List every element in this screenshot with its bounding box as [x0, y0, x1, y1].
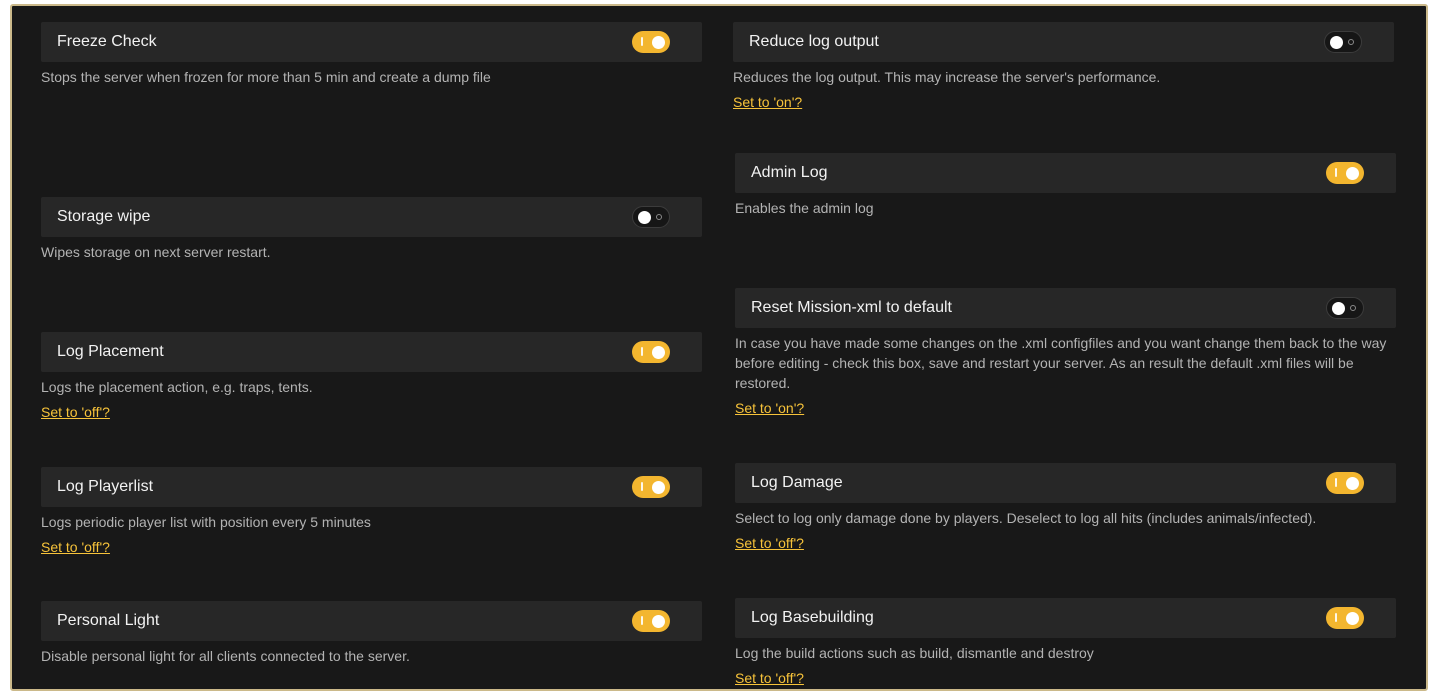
setting-title: Log Basebuilding	[751, 609, 874, 626]
on-mark-icon	[1335, 478, 1337, 487]
setting-log-basebuilding: Log Basebuilding Log the build actions s…	[735, 598, 1396, 688]
off-mark-icon	[1348, 38, 1354, 45]
log-placement-toggle[interactable]	[632, 341, 670, 363]
setting-header: Reset Mission-xml to default	[735, 288, 1396, 328]
on-mark-icon	[641, 482, 643, 491]
setting-freeze-check: Freeze Check Stops the server when froze…	[41, 22, 702, 87]
setting-description: In case you have made some changes on th…	[735, 335, 1387, 391]
toggle-knob	[652, 614, 665, 628]
setting-title: Personal Light	[57, 612, 160, 629]
setting-header: Log Playerlist	[41, 467, 702, 507]
on-mark-icon	[1335, 168, 1337, 177]
setting-header: Reduce log output	[733, 22, 1394, 62]
set-off-link[interactable]: Set to 'off'?	[41, 539, 110, 555]
setting-description: Logs periodic player list with position …	[41, 514, 371, 530]
setting-header: Personal Light	[41, 601, 702, 641]
log-basebuilding-toggle[interactable]	[1326, 607, 1364, 629]
setting-header: Admin Log	[735, 153, 1396, 193]
setting-title: Admin Log	[751, 164, 828, 181]
on-mark-icon	[641, 37, 643, 46]
setting-description: Disable personal light for all clients c…	[41, 648, 410, 664]
setting-description: Logs the placement action, e.g. traps, t…	[41, 379, 313, 395]
freeze-check-toggle[interactable]	[632, 31, 670, 53]
setting-title: Log Placement	[57, 343, 164, 360]
setting-header: Freeze Check	[41, 22, 702, 62]
admin-log-toggle[interactable]	[1326, 162, 1364, 184]
toggle-knob	[1346, 166, 1359, 180]
setting-title: Storage wipe	[57, 208, 151, 225]
setting-description: Log the build actions such as build, dis…	[735, 645, 1094, 661]
set-on-link[interactable]: Set to 'on'?	[733, 94, 802, 110]
setting-header: Storage wipe	[41, 197, 702, 237]
off-mark-icon	[1350, 304, 1356, 311]
reset-mission-xml-toggle[interactable]	[1326, 297, 1364, 319]
toggle-knob	[652, 480, 665, 494]
setting-admin-log: Admin Log Enables the admin log	[735, 153, 1396, 218]
setting-log-damage: Log Damage Select to log only damage don…	[735, 463, 1396, 553]
toggle-knob	[1330, 35, 1343, 49]
setting-header: Log Basebuilding	[735, 598, 1396, 638]
setting-title: Reset Mission-xml to default	[751, 299, 952, 316]
setting-header: Log Placement	[41, 332, 702, 372]
settings-panel: Freeze Check Stops the server when froze…	[10, 4, 1428, 691]
set-off-link[interactable]: Set to 'off'?	[41, 404, 110, 420]
setting-description: Stops the server when frozen for more th…	[41, 69, 491, 85]
setting-description: Select to log only damage done by player…	[735, 510, 1317, 526]
set-off-link[interactable]: Set to 'off'?	[735, 670, 804, 686]
setting-reduce-log-output: Reduce log output Reduces the log output…	[733, 22, 1394, 112]
reduce-log-output-toggle[interactable]	[1324, 31, 1362, 53]
setting-log-playerlist: Log Playerlist Logs periodic player list…	[41, 467, 702, 557]
setting-log-placement: Log Placement Logs the placement action,…	[41, 332, 702, 422]
setting-reset-mission-xml: Reset Mission-xml to default In case you…	[735, 288, 1396, 418]
setting-title: Freeze Check	[57, 33, 157, 50]
setting-personal-light: Personal Light Disable personal light fo…	[41, 601, 702, 666]
on-mark-icon	[641, 347, 643, 356]
on-mark-icon	[641, 616, 643, 625]
toggle-knob	[652, 345, 665, 359]
setting-description: Reduces the log output. This may increas…	[733, 69, 1161, 85]
off-mark-icon	[656, 213, 662, 220]
setting-description: Wipes storage on next server restart.	[41, 244, 271, 260]
set-off-link[interactable]: Set to 'off'?	[735, 535, 804, 551]
setting-title: Log Playerlist	[57, 478, 154, 495]
storage-wipe-toggle[interactable]	[632, 206, 670, 228]
setting-storage-wipe: Storage wipe Wipes storage on next serve…	[41, 197, 702, 262]
setting-title: Reduce log output	[749, 33, 879, 50]
toggle-knob	[638, 210, 651, 224]
set-on-link[interactable]: Set to 'on'?	[735, 400, 804, 416]
toggle-knob	[1346, 476, 1359, 490]
toggle-knob	[652, 35, 665, 49]
personal-light-toggle[interactable]	[632, 610, 670, 632]
on-mark-icon	[1335, 613, 1337, 622]
setting-description: Enables the admin log	[735, 200, 874, 216]
toggle-knob	[1346, 611, 1359, 625]
toggle-knob	[1332, 301, 1345, 315]
setting-title: Log Damage	[751, 474, 843, 491]
log-playerlist-toggle[interactable]	[632, 476, 670, 498]
log-damage-toggle[interactable]	[1326, 472, 1364, 494]
setting-header: Log Damage	[735, 463, 1396, 503]
